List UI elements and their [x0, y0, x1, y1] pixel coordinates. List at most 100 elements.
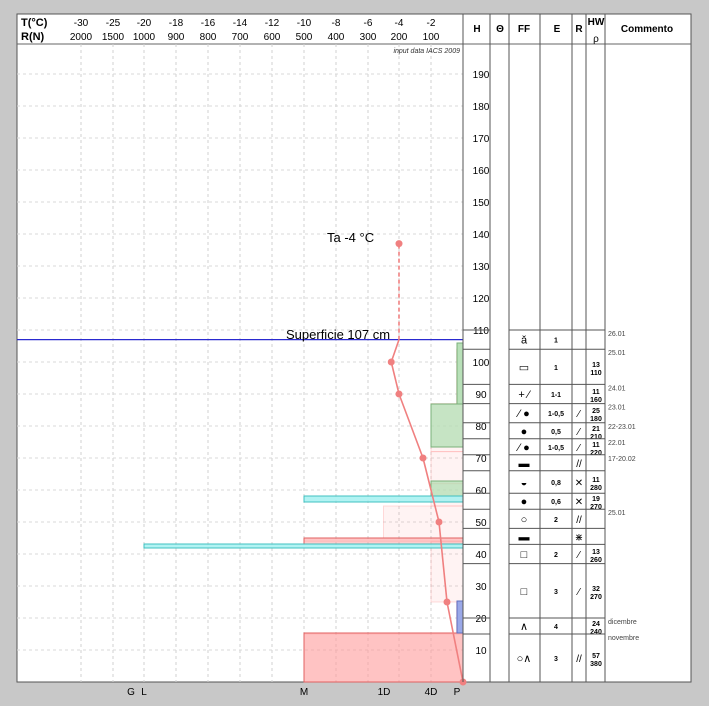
ram-symbol: ✕: [575, 497, 583, 508]
chart-frame: [16, 13, 692, 683]
r-tick-label: 100: [423, 32, 440, 43]
green-layer: [430, 403, 464, 448]
grain-size-value: 2: [554, 517, 558, 524]
hardness-label: M: [300, 687, 308, 698]
t-tick-label: -30: [74, 18, 89, 29]
density-value: 180: [590, 416, 602, 423]
hardness-water-value: 25: [592, 408, 600, 415]
ram-bar: [383, 505, 464, 539]
t-tick-label: -14: [233, 18, 248, 29]
t-tick-label: -4: [395, 18, 404, 29]
r-tick-label: 400: [328, 32, 345, 43]
grain-form-symbol: ○∧: [517, 653, 532, 665]
density-value: 260: [590, 557, 602, 564]
grain-size-value: 0,8: [551, 480, 561, 487]
height-tick-label: 160: [473, 166, 490, 177]
height-tick-label: 190: [473, 70, 490, 81]
column-theta: Θ: [496, 24, 504, 35]
ram-symbol: //: [576, 515, 582, 526]
layer-comment: 23.01: [608, 405, 626, 412]
r-tick-label: 1000: [133, 32, 156, 43]
grain-size-value: 0,5: [551, 429, 561, 436]
layer-comment: 25.01: [608, 350, 626, 357]
grain-form-symbol: ▭: [519, 362, 529, 374]
density-value: 110: [590, 370, 601, 377]
density-value: 380: [590, 661, 602, 668]
grain-size-value: 1-0,5: [548, 445, 564, 452]
r-tick-label: 900: [168, 32, 185, 43]
layer-comment: 22.01: [608, 440, 626, 447]
grain-form-symbol: ▬: [519, 531, 530, 543]
temperature-point: [395, 390, 403, 398]
green-layer: [430, 480, 464, 497]
ram-bar: [430, 451, 464, 485]
layer-comment: dicembre: [608, 619, 637, 626]
column-h: H: [473, 24, 480, 35]
snow-profile-chart: T(°C) R(N) input data IACS 2009 H Θ FF E…: [16, 13, 692, 698]
column-r: R: [575, 24, 583, 35]
grain-form-symbol: □: [521, 549, 528, 561]
t-tick-label: -8: [332, 18, 341, 29]
hardness-label: 1D: [378, 687, 391, 698]
layer-comment: 17-20.02: [608, 456, 636, 463]
hardness-water-value: 57: [592, 653, 600, 660]
layer-comment: 24.01: [608, 385, 626, 392]
grain-form-symbol: ◒: [521, 477, 528, 489]
temperature-point: [419, 454, 427, 462]
t-tick-label: -12: [265, 18, 280, 29]
ram-bar-base: [303, 632, 464, 683]
grain-size-value: 1-1: [551, 392, 561, 399]
t-tick-label: -18: [169, 18, 184, 29]
hardness-water-value: 32: [592, 586, 600, 593]
layer-comment: 25.01: [608, 510, 626, 517]
hardness-water-value: 24: [592, 621, 600, 628]
density-value: 270: [590, 504, 602, 511]
density-value: 240: [590, 629, 602, 636]
ram-symbol: //: [576, 654, 582, 665]
height-tick-label: 150: [473, 198, 490, 209]
hardness-water-value: 11: [592, 442, 600, 449]
green-layer: [456, 342, 464, 405]
grain-size-value: 4: [554, 624, 558, 631]
height-tick-label: 100: [473, 358, 490, 369]
density-value: 220: [590, 450, 602, 457]
height-tick-label: 80: [475, 422, 487, 433]
grain-form-symbol: ǎ: [521, 335, 528, 347]
hardness-water-value: 11: [592, 389, 600, 396]
blue-layer: [456, 600, 464, 634]
hardness-label: G: [127, 687, 135, 698]
grain-size-value: 1-0,5: [548, 411, 564, 418]
height-tick-label: 140: [473, 230, 490, 241]
cyan-layer: [303, 495, 464, 503]
ram-bar-thin: [303, 537, 464, 545]
grain-size-value: 1: [554, 338, 558, 345]
r-tick-label: 700: [232, 32, 249, 43]
r-tick-label: 1500: [102, 32, 125, 43]
hardness-water-value: 13: [592, 549, 600, 556]
ram-symbol: ⋇: [575, 532, 583, 543]
source-note: input data IACS 2009: [393, 48, 460, 55]
t-tick-label: -16: [201, 18, 216, 29]
temperature-point: [435, 518, 443, 526]
column-e: E: [554, 24, 561, 35]
density-value: 160: [590, 397, 602, 404]
hardness-label: P: [454, 687, 461, 698]
density-value: 280: [590, 485, 602, 492]
grain-form-symbol: □: [521, 586, 528, 598]
height-tick-label: 90: [475, 390, 487, 401]
r-tick-label: 800: [200, 32, 217, 43]
column-rho: ρ: [593, 34, 599, 45]
t-tick-label: -20: [137, 18, 152, 29]
layer-comment: 26.01: [608, 331, 626, 338]
t-tick-label: -10: [297, 18, 312, 29]
height-tick-label: 10: [475, 646, 487, 657]
grain-form-symbol: ⁄ ●: [515, 408, 530, 420]
r-tick-label: 200: [391, 32, 408, 43]
column-ff: FF: [518, 24, 530, 35]
grain-form-symbol: ●: [521, 496, 528, 508]
density-value: 210: [590, 434, 602, 441]
temperature-point: [443, 598, 451, 606]
t-tick-label: -6: [364, 18, 373, 29]
t-tick-label: -2: [427, 18, 436, 29]
height-tick-label: 30: [475, 582, 487, 593]
